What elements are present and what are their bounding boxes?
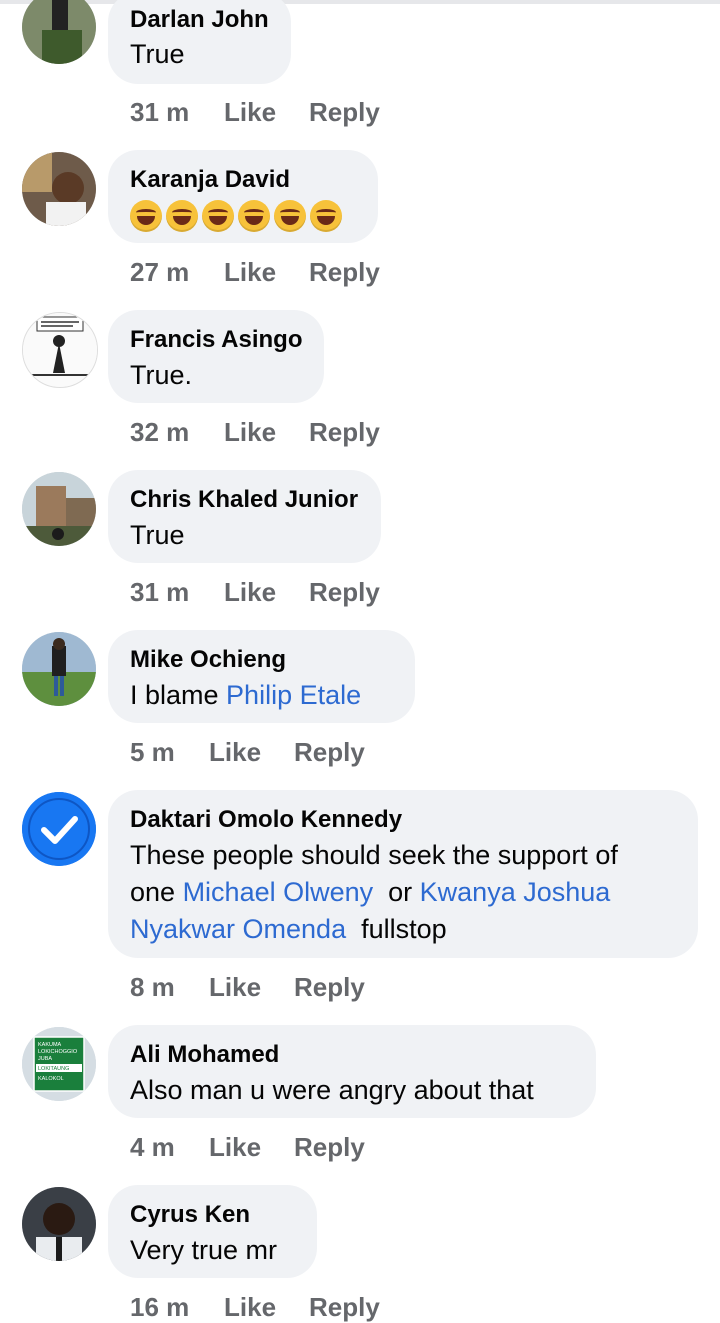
laughing-emoji-icon	[274, 200, 306, 232]
comment-bubble: Francis Asingo True.	[108, 310, 324, 403]
laughing-emoji-icon	[166, 200, 198, 232]
avatar[interactable]	[22, 152, 96, 226]
mention-link[interactable]: Kwanya Joshua	[420, 877, 611, 907]
laughing-emoji-icon	[130, 200, 162, 232]
sign-line: LOKICHOGGIO	[38, 1049, 78, 1055]
commenter-name[interactable]: Chris Khaled Junior	[130, 486, 358, 514]
comment-text-body: one	[130, 877, 183, 907]
comment-bubble: Daktari Omolo Kennedy These people shoul…	[108, 790, 698, 958]
comment-text-line: These people should seek the support of	[130, 840, 618, 870]
reply-button[interactable]: Reply	[309, 97, 380, 128]
avatar[interactable]	[22, 472, 96, 546]
commenter-name[interactable]: Ali Mohamed	[130, 1041, 279, 1069]
comment-bubble: Darlan John True	[108, 0, 291, 84]
rofl-emoji-icon	[238, 200, 270, 232]
mention-link[interactable]: Michael Olweny	[183, 877, 374, 907]
comment-text: True	[130, 520, 185, 550]
sign-line: LOKITAUNG	[38, 1066, 69, 1072]
reply-button[interactable]: Reply	[294, 737, 365, 768]
comment-bubble: Karanja David	[108, 150, 378, 243]
like-button[interactable]: Like	[224, 257, 276, 288]
sign-line: JUBA	[38, 1056, 52, 1062]
comment-text: True.	[130, 360, 193, 390]
comment-time[interactable]: 8 m	[130, 972, 175, 1003]
comment-time[interactable]: 31 m	[130, 577, 189, 608]
avatar[interactable]	[22, 1187, 96, 1261]
reply-button[interactable]: Reply	[309, 1292, 380, 1323]
commenter-name[interactable]: Cyrus Ken	[130, 1201, 250, 1229]
comment-bubble: Chris Khaled Junior True	[108, 470, 381, 563]
like-button[interactable]: Like	[209, 1132, 261, 1163]
commenter-name[interactable]: Francis Asingo	[130, 326, 302, 354]
comment-text-line: Nyakwar Omenda fullstop	[130, 911, 447, 948]
reply-button[interactable]: Reply	[309, 257, 380, 288]
comment-text-body: fullstop	[346, 914, 447, 944]
comment-bubble: Ali Mohamed Also man u were angry about …	[108, 1025, 596, 1118]
comment-bubble: Cyrus Ken Very true mr	[108, 1185, 317, 1278]
avatar[interactable]	[22, 792, 96, 866]
avatar[interactable]	[22, 632, 96, 706]
comment-text: Very true mr	[130, 1235, 278, 1265]
emoji-row	[130, 200, 342, 232]
like-button[interactable]: Like	[209, 972, 261, 1003]
reply-button[interactable]: Reply	[309, 417, 380, 448]
commenter-name[interactable]: Karanja David	[130, 166, 290, 194]
like-button[interactable]: Like	[224, 1292, 276, 1323]
avatar[interactable]	[22, 312, 98, 388]
comment-time[interactable]: 4 m	[130, 1132, 175, 1163]
like-button[interactable]: Like	[224, 577, 276, 608]
rofl-emoji-icon	[202, 200, 234, 232]
comment-time[interactable]: 32 m	[130, 417, 189, 448]
comment-time[interactable]: 31 m	[130, 97, 189, 128]
like-button[interactable]: Like	[209, 737, 261, 768]
avatar[interactable]: KAKUMA LOKICHOGGIO JUBA LOKITAUNG KALOKO…	[22, 1027, 96, 1101]
like-button[interactable]: Like	[224, 97, 276, 128]
comment-time[interactable]: 27 m	[130, 257, 189, 288]
like-button[interactable]: Like	[224, 417, 276, 448]
checkmark-icon	[22, 792, 96, 866]
sign-line: KALOKOL	[38, 1076, 64, 1082]
comment-bubble: Mike Ochieng I blame Philip Etale	[108, 630, 415, 723]
avatar[interactable]	[22, 0, 96, 64]
laughing-emoji-icon	[310, 200, 342, 232]
mention-link[interactable]: Philip Etale	[226, 680, 361, 710]
comment-text: I blame Philip Etale	[130, 677, 361, 714]
reply-button[interactable]: Reply	[309, 577, 380, 608]
top-divider	[0, 0, 720, 4]
comment-time[interactable]: 5 m	[130, 737, 175, 768]
mention-link[interactable]: Nyakwar Omenda	[130, 914, 346, 944]
comment-text-body: or	[373, 877, 420, 907]
commenter-name[interactable]: Daktari Omolo Kennedy	[130, 806, 402, 834]
comment-text: True	[130, 39, 185, 69]
commenter-name[interactable]: Mike Ochieng	[130, 646, 286, 674]
commenter-name[interactable]: Darlan John	[130, 6, 269, 34]
comment-text: Also man u were angry about that	[130, 1075, 534, 1105]
comment-time[interactable]: 16 m	[130, 1292, 189, 1323]
reply-button[interactable]: Reply	[294, 972, 365, 1003]
comment-text-body: I blame	[130, 680, 227, 710]
sign-line: KAKUMA	[38, 1042, 62, 1048]
reply-button[interactable]: Reply	[294, 1132, 365, 1163]
comment-text-line: one Michael Olweny or Kwanya Joshua	[130, 874, 610, 911]
